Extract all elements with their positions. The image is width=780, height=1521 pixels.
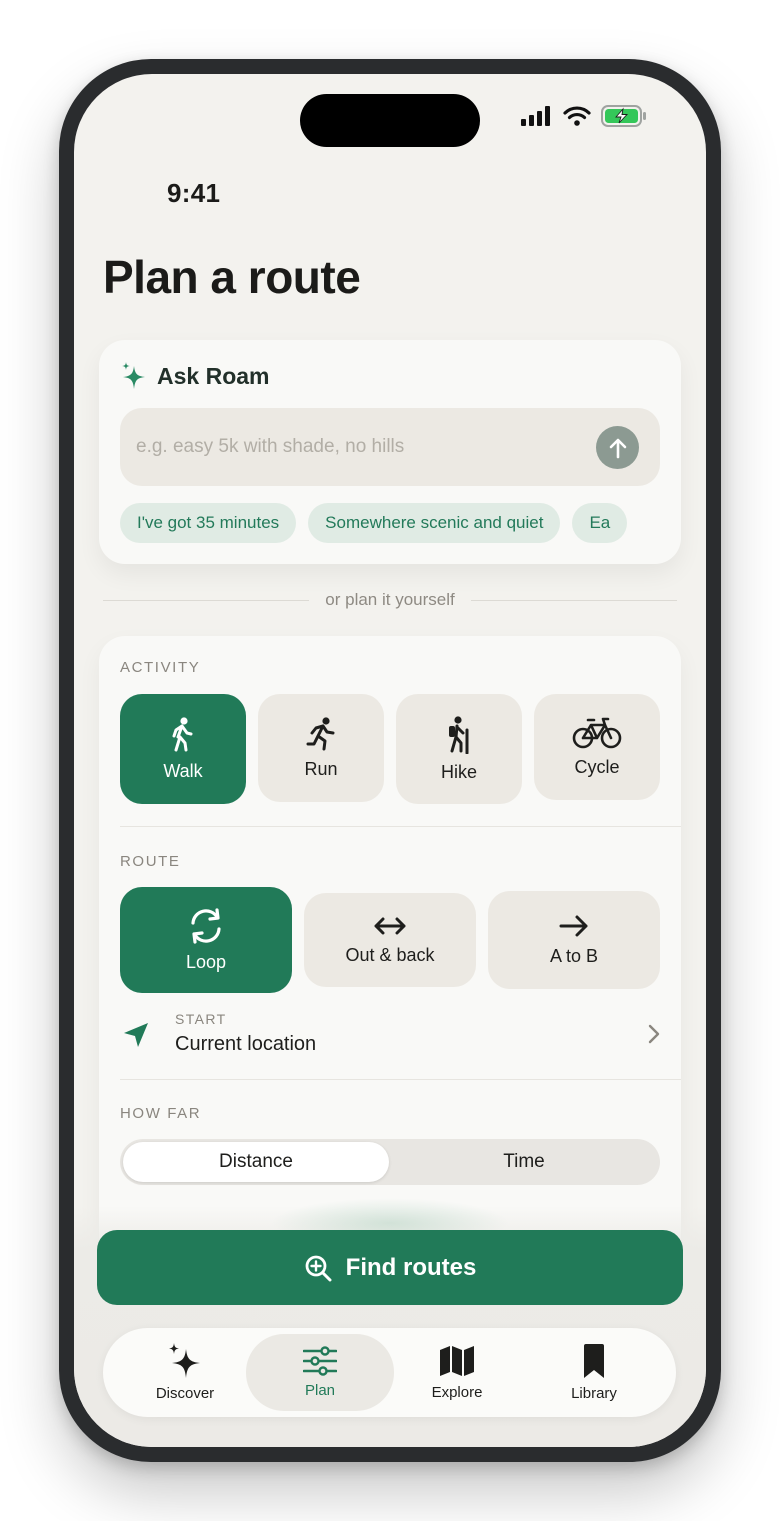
route-label-text: Out & back [345, 944, 435, 965]
status-time: 9:41 [167, 178, 221, 208]
run-icon [306, 716, 335, 750]
suggestion-chip[interactable]: I've got 35 minutes [120, 503, 297, 543]
start-value: Current location [175, 1033, 317, 1055]
phone-frame: 9:41 Plan a route Ask Roam e.g. easy 5k … [59, 59, 721, 1462]
route-label-text: A to B [549, 945, 599, 966]
activity-hike[interactable]: Hike [396, 694, 522, 804]
arrow-up-icon [609, 438, 626, 458]
start-location-row[interactable]: START Current location [120, 1007, 661, 1067]
activity-label-text: Cycle [574, 756, 620, 777]
section-separator [120, 1079, 681, 1080]
loop-icon [191, 907, 221, 944]
dynamic-island [300, 94, 480, 147]
route-label: ROUTE [120, 853, 181, 870]
sliders-icon [303, 1346, 337, 1376]
walk-icon [172, 716, 193, 751]
activity-label-text: Run [304, 758, 338, 779]
activity-run[interactable]: Run [258, 694, 384, 802]
activity-label-text: Hike [440, 761, 477, 782]
ask-input[interactable] [120, 408, 660, 486]
suggestion-chip[interactable]: Somewhere scenic and quiet [308, 503, 561, 543]
hike-icon [449, 715, 469, 754]
activity-walk[interactable]: Walk [120, 694, 246, 804]
divider-line [470, 599, 678, 601]
route-label-text: Loop [185, 951, 227, 972]
map-icon [440, 1346, 474, 1376]
tab-plan[interactable]: Plan [246, 1334, 394, 1411]
find-routes-button[interactable]: Find routes [97, 1230, 683, 1305]
tab-label: Explore [431, 1384, 483, 1401]
ask-roam-card: Ask Roam I've got 35 minutes Somewhere s… [99, 340, 681, 564]
bookmark-icon [584, 1344, 604, 1378]
route-out-and-back[interactable]: Out & back [304, 893, 476, 987]
wifi-icon [563, 106, 591, 126]
segment-distance[interactable]: Distance [123, 1142, 389, 1182]
sparkles-icon [169, 1343, 200, 1378]
send-button[interactable] [596, 426, 639, 469]
location-arrow-icon [124, 1023, 148, 1047]
tab-label: Plan [304, 1382, 336, 1399]
arrow-right-icon [559, 915, 588, 936]
tab-discover[interactable]: Discover [111, 1334, 259, 1411]
how-far-segmented-control: Distance Time [120, 1139, 660, 1185]
status-icons [521, 105, 647, 127]
how-far-label: HOW FAR [120, 1105, 202, 1122]
suggestion-chips: I've got 35 minutes Somewhere scenic and… [120, 503, 660, 543]
tab-explore[interactable]: Explore [383, 1334, 531, 1411]
tab-bar: Discover Plan Explore Library [103, 1328, 676, 1417]
page-title: Plan a route [103, 251, 361, 303]
suggestion-chip[interactable]: Ea [572, 503, 628, 543]
or-divider: or plan it yourself [103, 589, 678, 611]
segment-time[interactable]: Time [391, 1142, 657, 1182]
divider-line [103, 599, 310, 601]
activity-label-text: Walk [163, 760, 203, 781]
route-a-to-b[interactable]: A to B [488, 891, 660, 989]
arrows-left-right-icon [374, 917, 406, 934]
ask-roam-title: Ask Roam [157, 362, 270, 389]
activity-label: ACTIVITY [120, 659, 201, 676]
ask-roam-header: Ask Roam [121, 362, 269, 390]
bicycle-icon [572, 717, 622, 748]
tab-library[interactable]: Library [520, 1334, 668, 1411]
section-separator [120, 826, 681, 827]
tab-label: Library [571, 1385, 617, 1402]
activity-cycle[interactable]: Cycle [534, 694, 660, 800]
chevron-right-icon [648, 1024, 660, 1044]
search-icon [305, 1255, 332, 1281]
signal-icon [521, 106, 550, 126]
battery-charging-icon [601, 105, 646, 127]
screen: 9:41 Plan a route Ask Roam e.g. easy 5k … [74, 74, 706, 1447]
tab-label: Discover [155, 1385, 215, 1402]
sparkle-icon [122, 362, 145, 389]
divider-text: or plan it yourself [325, 590, 455, 609]
route-loop[interactable]: Loop [120, 887, 292, 993]
find-routes-label: Find routes [345, 1253, 477, 1281]
start-label: START [175, 1011, 227, 1027]
